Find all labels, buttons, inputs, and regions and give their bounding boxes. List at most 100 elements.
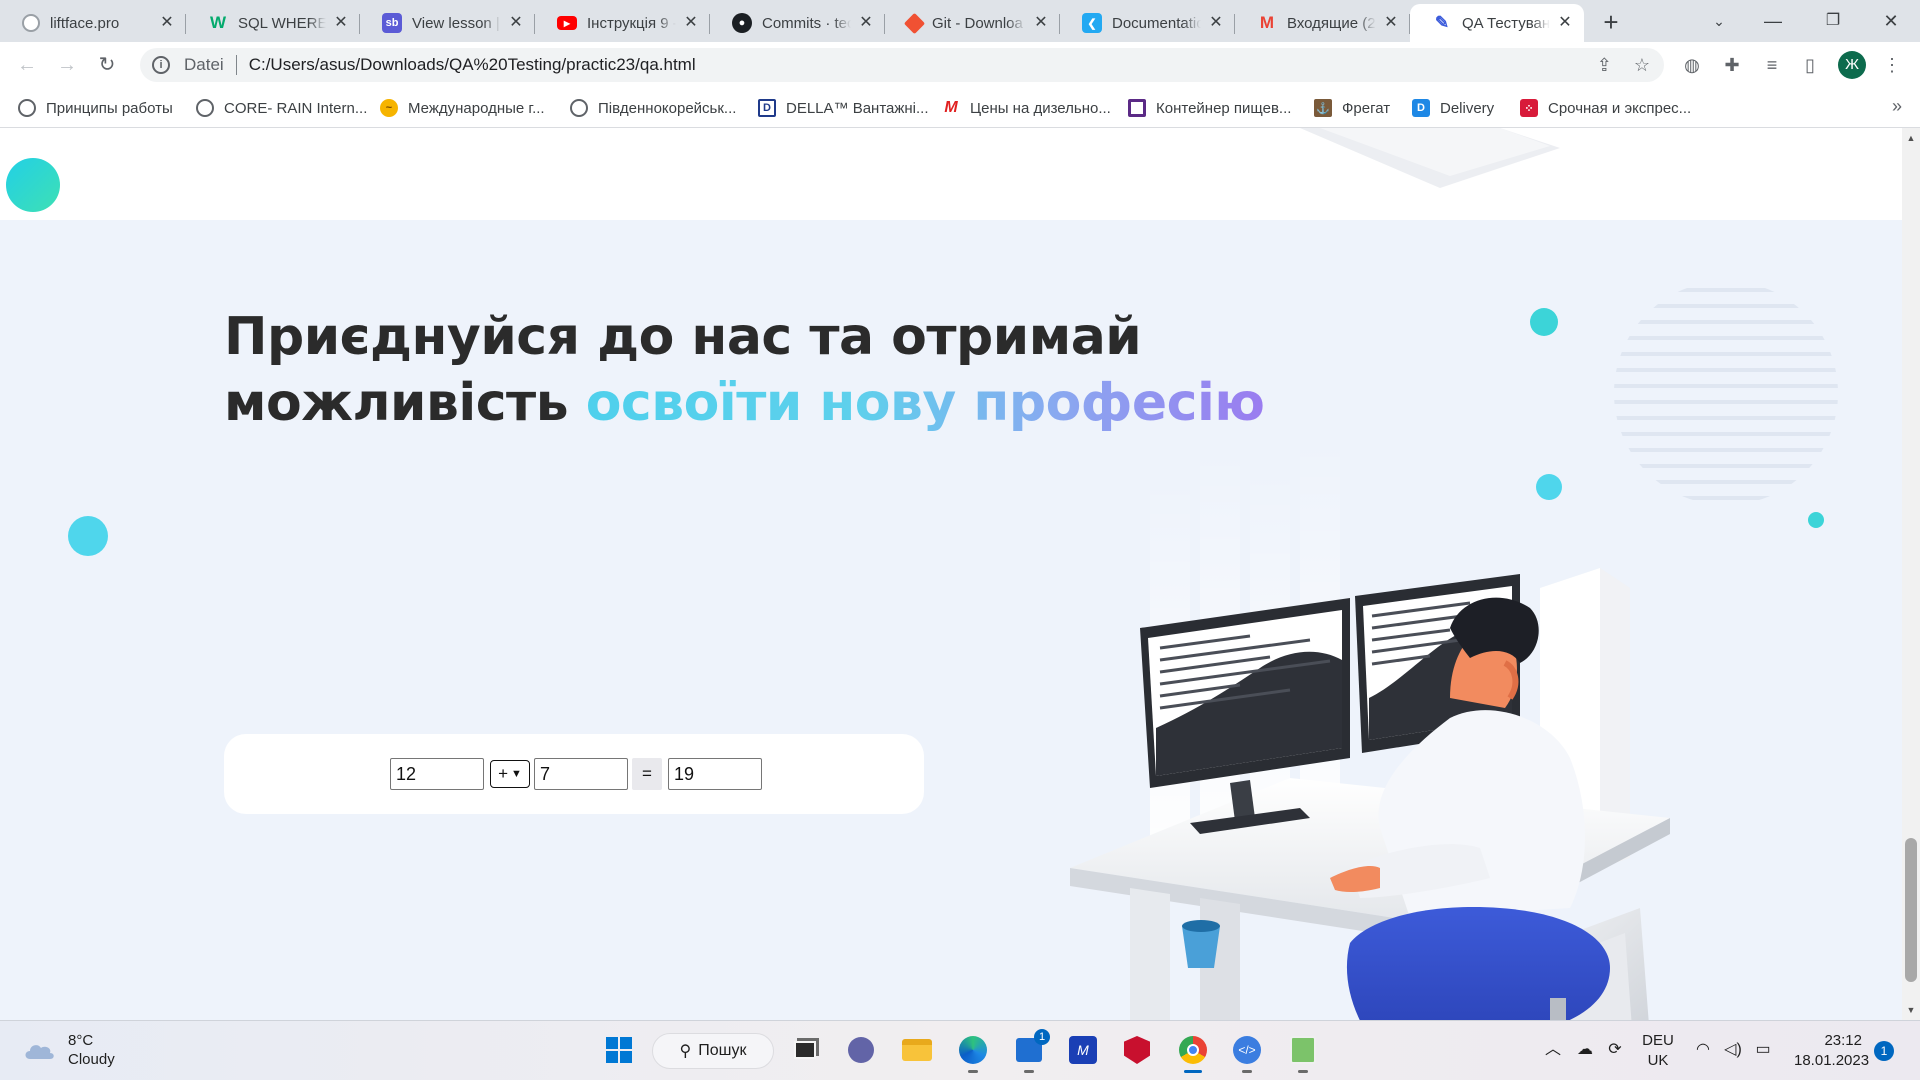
address-bar[interactable]: i Datei C:/Users/asus/Downloads/QA%20Tes… — [140, 48, 1664, 82]
scroll-down-arrow-icon[interactable]: ▼ — [1902, 1002, 1920, 1018]
result-field[interactable] — [668, 758, 762, 790]
scroll-thumb[interactable] — [1905, 838, 1917, 982]
task-view-icon — [794, 1041, 816, 1059]
m-icon: M — [944, 99, 958, 116]
onedrive-icon[interactable]: ☁ — [1574, 1039, 1596, 1061]
input-language[interactable]: DEU UK — [1642, 1031, 1674, 1071]
bookmark-label: Международные г... — [408, 99, 545, 117]
tab-qa-testing[interactable]: ✎ QA Тестуванн ✕ — [1410, 4, 1584, 42]
operand-a-input[interactable] — [390, 758, 484, 790]
scroll-up-arrow-icon[interactable]: ▲ — [1902, 130, 1920, 146]
bookmark-item[interactable]: ⚓ Фрегат — [1314, 97, 1390, 119]
tab-label: SQL WHERE C — [238, 14, 326, 32]
close-icon[interactable]: ✕ — [1207, 14, 1225, 32]
weather-widget[interactable]: 8°C Cloudy — [22, 1031, 115, 1069]
bookmark-star-icon[interactable]: ☆ — [1634, 55, 1650, 76]
close-icon[interactable]: ✕ — [1556, 14, 1574, 32]
taskbar-app-store[interactable]: 1 — [1010, 1029, 1050, 1073]
bookmark-item[interactable]: D DELLA™ Вантажні... — [758, 97, 929, 119]
tab-gmail[interactable]: M Входящие (2 ✕ — [1235, 4, 1410, 42]
bookmark-item[interactable]: Контейнер пищев... — [1128, 97, 1291, 119]
equals-button[interactable]: = — [632, 758, 662, 790]
bookmark-item[interactable]: Принципы работы — [18, 97, 173, 119]
tab-label: Входящие (2 — [1287, 14, 1376, 32]
search-label: Пошук — [698, 1042, 747, 1059]
start-button[interactable] — [600, 1031, 638, 1069]
taskbar-app-vscode-alt[interactable]: M — [1064, 1031, 1102, 1069]
w3schools-icon: W — [209, 13, 227, 32]
profile-avatar[interactable]: Ж — [1838, 51, 1866, 79]
bookmark-item[interactable]: ~ Международные г... — [380, 97, 545, 119]
taskbar-app-mcafee[interactable] — [1118, 1031, 1156, 1069]
volume-icon[interactable]: ◁) — [1722, 1039, 1744, 1061]
tab-sql-where[interactable]: W SQL WHERE C ✕ — [186, 4, 360, 42]
shield-icon — [1124, 1036, 1150, 1064]
close-icon[interactable]: ✕ — [158, 14, 176, 32]
calculator-row: + ▼ = — [390, 758, 762, 790]
tab-commits[interactable]: ● Commits · tech ✕ — [710, 4, 885, 42]
taskbar-app-chrome[interactable] — [1174, 1031, 1212, 1073]
minimize-button[interactable]: — — [1748, 4, 1798, 38]
taskbar-app-teams[interactable] — [842, 1031, 880, 1069]
more-bookmarks-icon[interactable]: » — [1892, 96, 1902, 117]
taskbar-app-edge[interactable] — [954, 1031, 992, 1073]
store-badge: 1 — [1034, 1029, 1050, 1045]
chevron-down-icon: ▼ — [511, 768, 522, 780]
task-view-button[interactable] — [786, 1031, 824, 1069]
restore-button[interactable]: ❐ — [1808, 4, 1858, 38]
system-clock[interactable]: 23:12 18.01.2023 — [1794, 1031, 1869, 1071]
address-scheme: Datei — [184, 55, 224, 74]
tab-liftface[interactable]: liftface.pro ✕ — [0, 4, 186, 42]
decorative-dot — [68, 516, 108, 556]
close-icon[interactable]: ✕ — [332, 14, 350, 32]
logo[interactable] — [6, 158, 60, 212]
bookmark-item[interactable]: Південнокорейськ... — [570, 97, 736, 119]
della-icon: D — [758, 99, 776, 117]
close-icon[interactable]: ✕ — [507, 14, 525, 32]
site-info-icon[interactable]: i — [152, 56, 170, 74]
bookmark-item[interactable]: D Delivery — [1412, 97, 1494, 119]
close-icon[interactable]: ✕ — [682, 14, 700, 32]
tab-git-download[interactable]: Git - Downloa ✕ — [885, 4, 1060, 42]
translate-globe-icon[interactable]: ◍ — [1680, 53, 1704, 77]
bookmark-item[interactable]: CORE- RAIN Intern... — [196, 97, 367, 119]
close-icon[interactable]: ✕ — [1032, 14, 1050, 32]
page-scrollbar[interactable]: ▲ ▼ — [1902, 128, 1920, 1020]
tab-search-icon[interactable]: ⌄ — [1694, 4, 1744, 38]
bookmark-label: Контейнер пищев... — [1156, 99, 1292, 117]
close-icon[interactable]: ✕ — [1382, 14, 1400, 32]
calculator-card: + ▼ = — [224, 734, 924, 814]
tab-youtube[interactable]: ▶ Інструкція 9 - ✕ — [535, 4, 710, 42]
bookmark-item[interactable]: ⁘ Срочная и экспрес... — [1520, 97, 1691, 119]
taskbar-app-devtool[interactable]: </> — [1228, 1031, 1266, 1073]
taskbar-app-notepad[interactable] — [1284, 1031, 1322, 1073]
tab-view-lesson[interactable]: sb View lesson | S ✕ — [360, 4, 535, 42]
close-icon[interactable]: ✕ — [857, 14, 875, 32]
tab-documentation[interactable]: ❮ Documentatio ✕ — [1060, 4, 1235, 42]
window-close-button[interactable]: ✕ — [1866, 4, 1916, 38]
share-icon[interactable]: ⇪ — [1597, 55, 1612, 76]
wifi-icon[interactable]: ◠ — [1692, 1039, 1714, 1061]
battery-icon[interactable]: ▭ — [1752, 1039, 1774, 1061]
tray-overflow-chevron-icon[interactable]: ︿ — [1542, 1039, 1564, 1061]
new-tab-button[interactable]: + — [1596, 8, 1626, 38]
back-button[interactable]: ← — [12, 50, 42, 80]
bookmark-item[interactable]: M Цены на дизельно... — [942, 97, 1111, 119]
reload-button[interactable]: ↻ — [92, 50, 122, 80]
forward-button[interactable]: → — [52, 50, 82, 80]
extensions-icon[interactable]: ✚ — [1720, 53, 1744, 77]
edge-icon — [959, 1036, 987, 1064]
taskbar-app-explorer[interactable] — [898, 1031, 936, 1069]
git-icon — [903, 12, 926, 34]
media-controls-icon[interactable]: ≡ — [1760, 53, 1784, 77]
taskbar-search[interactable]: ⚲ Пошук — [652, 1033, 774, 1069]
address-url[interactable]: C:/Users/asus/Downloads/QA%20Testing/pra… — [249, 55, 696, 75]
operator-select[interactable]: + ▼ — [490, 760, 530, 788]
side-panel-icon[interactable]: ▯ — [1798, 53, 1822, 77]
dots-icon: ⁘ — [1520, 99, 1538, 117]
menu-kebab-icon[interactable]: ⋮ — [1880, 53, 1904, 77]
operand-b-input[interactable] — [534, 758, 628, 790]
sync-icon[interactable]: ⟳ — [1604, 1039, 1626, 1061]
headline-line-1: Приєднуйся до нас та отримай — [224, 307, 1142, 367]
notification-badge[interactable]: 1 — [1874, 1041, 1894, 1061]
